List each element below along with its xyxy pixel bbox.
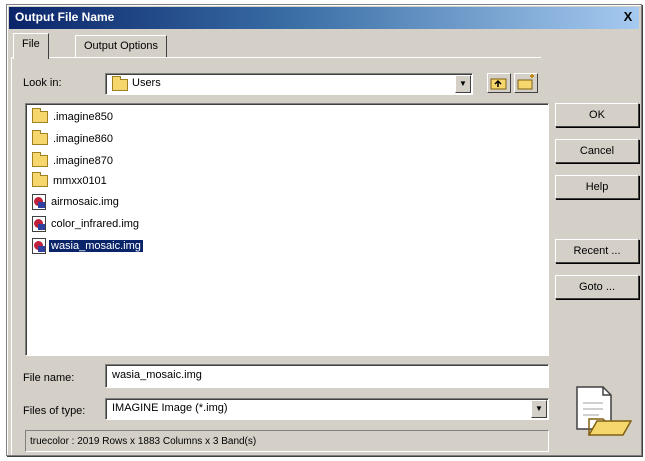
list-item[interactable]: mmxx0101 (32, 172, 109, 190)
help-button[interactable]: Help (555, 175, 639, 199)
title-bar: Output File Name X (9, 7, 639, 29)
file-name: .imagine850 (53, 111, 113, 123)
list-item[interactable]: .imagine860 (32, 130, 115, 148)
tab-file[interactable]: File (13, 33, 49, 59)
file-name: .imagine870 (53, 155, 113, 167)
file-name: color_infrared.img (51, 218, 140, 230)
look-in-label: Look in: (23, 77, 62, 89)
new-folder-button[interactable] (514, 73, 538, 93)
chevron-down-icon[interactable]: ▼ (455, 75, 471, 93)
image-file-icon (32, 194, 46, 211)
list-item[interactable]: .imagine870 (32, 152, 115, 170)
file-type-combo[interactable]: IMAGINE Image (*.img) ▼ (105, 398, 549, 420)
file-name-label: File name: (23, 372, 75, 384)
open-document-icon (576, 386, 633, 436)
image-file-icon (32, 238, 46, 255)
up-folder-button[interactable] (487, 73, 511, 93)
list-item[interactable]: airmosaic.img (32, 193, 121, 211)
tab-output-options-label: Output Options (84, 40, 158, 52)
status-text: truecolor : 2019 Rows x 1883 Columns x 3… (30, 436, 257, 447)
goto-button[interactable]: Goto ... (555, 275, 639, 299)
image-file-icon (32, 216, 46, 233)
list-item-selected[interactable]: wasia_mosaic.img (32, 237, 144, 255)
file-name: wasia_mosaic.img (48, 239, 144, 253)
file-name: mmxx0101 (53, 175, 107, 187)
folder-icon (32, 172, 48, 188)
file-name-input[interactable]: wasia_mosaic.img (105, 364, 549, 388)
file-type-label: Files of type: (23, 405, 86, 417)
new-folder-icon (517, 74, 534, 90)
output-file-dialog: Output File Name X File Output Options L… (6, 4, 642, 456)
dialog-title: Output File Name (15, 10, 115, 24)
folder-icon (32, 130, 48, 146)
ok-button[interactable]: OK (555, 103, 639, 127)
up-folder-icon (490, 78, 507, 90)
list-item[interactable]: color_infrared.img (32, 215, 141, 233)
status-bar: truecolor : 2019 Rows x 1883 Columns x 3… (25, 430, 549, 452)
recent-button[interactable]: Recent ... (555, 239, 639, 263)
cancel-button[interactable]: Cancel (555, 139, 639, 163)
list-item[interactable]: .imagine850 (32, 108, 115, 126)
look-in-value: Users (132, 77, 161, 89)
file-type-value: IMAGINE Image (*.img) (112, 402, 228, 414)
folder-icon (32, 152, 48, 168)
file-name: .imagine860 (53, 133, 113, 145)
tab-output-options[interactable]: Output Options (75, 35, 167, 57)
folder-icon (112, 76, 128, 91)
file-name: airmosaic.img (51, 196, 119, 208)
look-in-combo[interactable]: Users ▼ (105, 73, 473, 95)
file-list[interactable]: .imagine850 .imagine860 .imagine870 mmxx… (25, 103, 549, 356)
close-icon[interactable]: X (620, 10, 636, 24)
file-name-value: wasia_mosaic.img (112, 369, 202, 381)
chevron-down-icon[interactable]: ▼ (531, 400, 547, 418)
tab-file-label: File (22, 38, 40, 50)
folder-icon (32, 108, 48, 124)
